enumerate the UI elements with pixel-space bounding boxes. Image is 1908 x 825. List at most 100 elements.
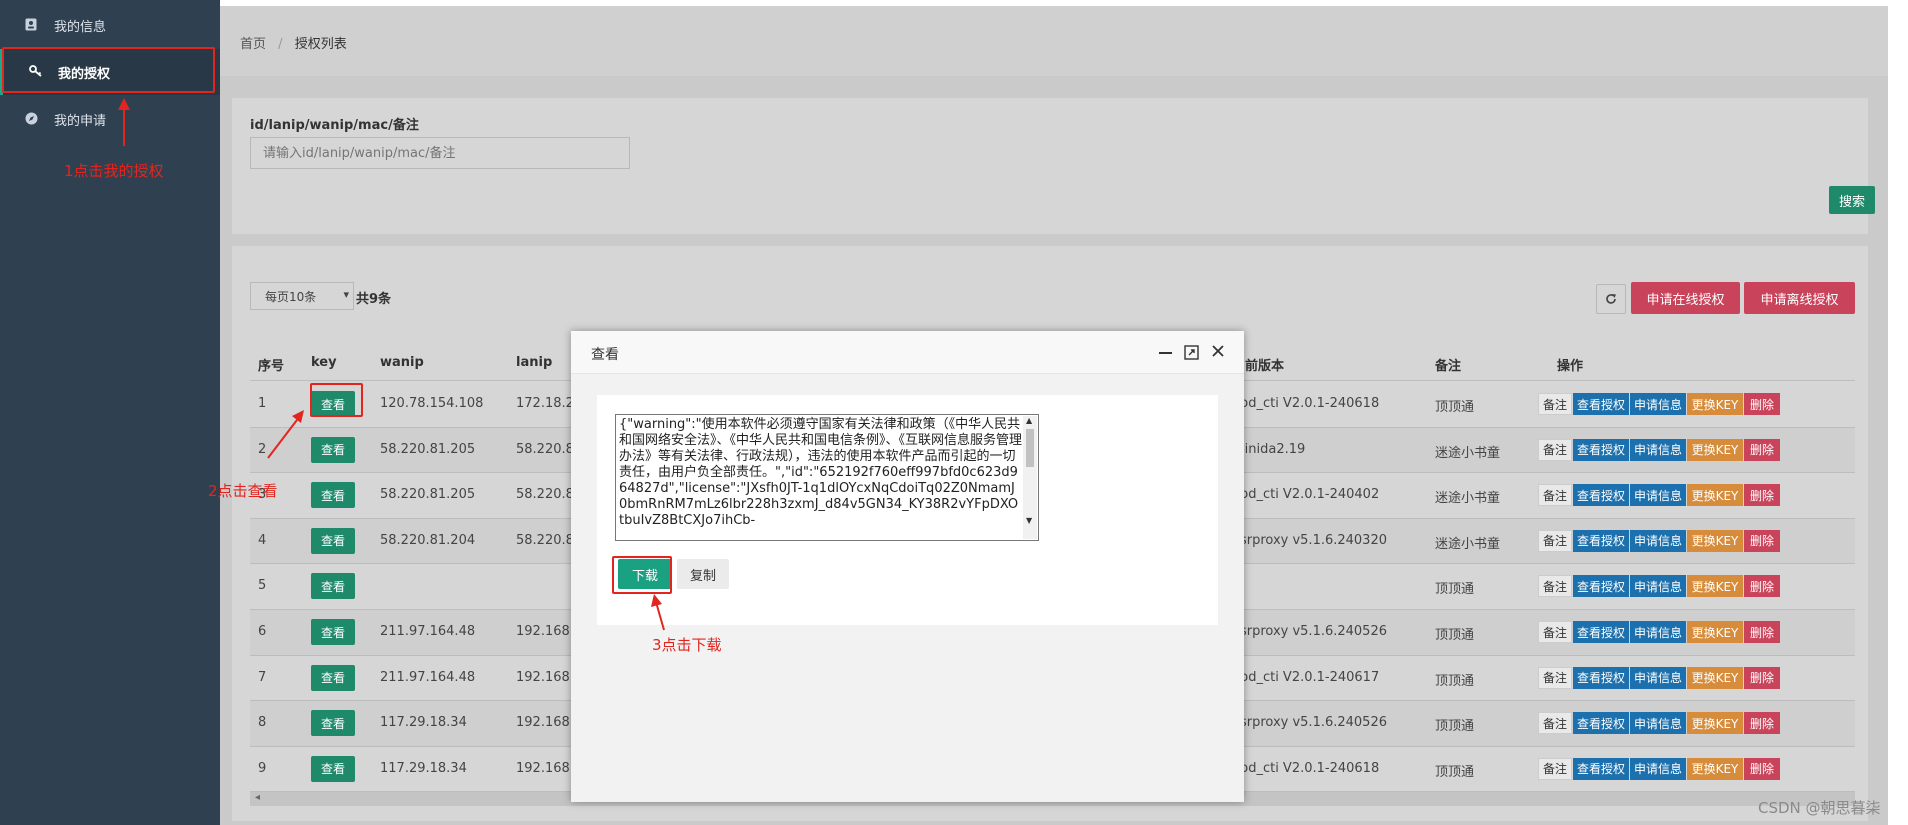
op-view-auth-button[interactable]: 查看授权: [1573, 757, 1629, 780]
op-apply-info-button[interactable]: 申请信息: [1630, 621, 1686, 643]
refresh-button[interactable]: [1596, 284, 1626, 314]
op-apply-info-button[interactable]: 申请信息: [1630, 757, 1686, 780]
view-key-button[interactable]: 查看: [311, 755, 355, 782]
op-delete-button[interactable]: 删除: [1744, 575, 1780, 598]
breadcrumb-current: 授权列表: [294, 37, 347, 52]
header-key: key: [311, 355, 337, 370]
arrow-up-icon: [651, 594, 665, 631]
arrow-up-icon: [118, 98, 130, 146]
op-delete-button[interactable]: 删除: [1744, 438, 1780, 461]
close-icon[interactable]: [1211, 344, 1225, 362]
op-delete-button[interactable]: 删除: [1744, 529, 1780, 552]
view-key-button[interactable]: 查看: [311, 482, 355, 509]
cell-wanip: 117.29.18.34: [380, 715, 467, 731]
cell-version: asrproxy v5.1.6.240320: [1232, 532, 1387, 548]
apply-offline-button[interactable]: 申请离线授权: [1744, 282, 1855, 314]
header-wanip: wanip: [380, 355, 424, 370]
op-view-auth-button[interactable]: 查看授权: [1573, 529, 1629, 552]
arrow-diag-icon: [267, 410, 304, 459]
op-remark-button[interactable]: 备注: [1538, 621, 1572, 643]
cell-remark: 顶顶通: [1435, 582, 1475, 598]
cell-remark: 迷途小书童: [1435, 536, 1501, 552]
op-change-key-button[interactable]: 更换KEY: [1687, 438, 1743, 461]
op-remark-button[interactable]: 备注: [1538, 438, 1572, 461]
op-apply-info-button[interactable]: 申请信息: [1630, 484, 1686, 507]
op-view-auth-button[interactable]: 查看授权: [1573, 575, 1629, 598]
op-change-key-button[interactable]: 更换KEY: [1687, 712, 1743, 735]
copy-button[interactable]: 复制: [677, 559, 729, 589]
view-key-button[interactable]: 查看: [311, 710, 355, 737]
op-change-key-button[interactable]: 更换KEY: [1687, 484, 1743, 507]
op-delete-button[interactable]: 删除: [1744, 393, 1780, 415]
op-delete-button[interactable]: 删除: [1744, 621, 1780, 643]
op-apply-info-button[interactable]: 申请信息: [1630, 438, 1686, 461]
page-size-select[interactable]: 每页10条 ▾: [250, 282, 354, 310]
view-key-button[interactable]: 查看: [311, 573, 355, 600]
op-remark-button[interactable]: 备注: [1538, 393, 1572, 415]
minimize-icon[interactable]: [1159, 352, 1172, 354]
op-delete-button[interactable]: 删除: [1744, 712, 1780, 735]
header-ops: 操作: [1557, 359, 1584, 374]
view-key-button[interactable]: 查看: [311, 664, 355, 691]
maximize-icon[interactable]: [1184, 345, 1199, 364]
header-no: 序号: [258, 359, 285, 374]
cell-no: 8: [258, 715, 267, 731]
op-apply-info-button[interactable]: 申请信息: [1630, 575, 1686, 598]
sidebar-item-my-info[interactable]: 我的信息: [0, 2, 220, 48]
user-card-icon: [24, 17, 38, 31]
op-change-key-button[interactable]: 更换KEY: [1687, 757, 1743, 780]
op-change-key-button[interactable]: 更换KEY: [1687, 666, 1743, 689]
op-delete-button[interactable]: 删除: [1744, 484, 1780, 507]
op-apply-info-button[interactable]: 申请信息: [1630, 393, 1686, 415]
header-remark: 备注: [1435, 359, 1462, 374]
op-view-auth-button[interactable]: 查看授权: [1573, 484, 1629, 507]
view-key-button[interactable]: 查看: [311, 436, 355, 463]
op-view-auth-button[interactable]: 查看授权: [1573, 712, 1629, 735]
breadcrumb-bar: 首页 / 授权列表: [220, 6, 1888, 76]
op-apply-info-button[interactable]: 申请信息: [1630, 529, 1686, 552]
op-remark-button[interactable]: 备注: [1538, 575, 1572, 598]
sidebar-item-label: 我的信息: [54, 19, 107, 35]
cell-version: asrproxy v5.1.6.240526: [1232, 624, 1387, 639]
cell-remark: 顶顶通: [1435, 719, 1475, 735]
apply-online-button[interactable]: 申请在线授权: [1631, 282, 1740, 314]
op-remark-button[interactable]: 备注: [1538, 712, 1572, 735]
cell-wanip: 211.97.164.48: [380, 624, 476, 639]
cell-no: 4: [258, 532, 267, 548]
cell-version: nod_cti V2.0.1-240618: [1232, 760, 1380, 776]
op-change-key-button[interactable]: 更换KEY: [1687, 575, 1743, 598]
search-button[interactable]: 搜索: [1829, 186, 1875, 214]
view-key-button[interactable]: 查看: [311, 619, 355, 645]
watermark: CSDN @朝思暮柒: [1758, 799, 1881, 817]
op-change-key-button[interactable]: 更换KEY: [1687, 529, 1743, 552]
breadcrumb-home[interactable]: 首页: [240, 37, 266, 52]
scroll-down-icon: ▼: [1026, 516, 1033, 525]
op-remark-button[interactable]: 备注: [1538, 484, 1572, 507]
op-view-auth-button[interactable]: 查看授权: [1573, 438, 1629, 461]
license-textarea[interactable]: {"warning":"使用本软件必须遵守国家有关法律和政策（《中华人民共和国网…: [615, 414, 1039, 541]
view-key-button[interactable]: 查看: [311, 527, 355, 554]
op-delete-button[interactable]: 删除: [1744, 757, 1780, 780]
sidebar-item-label: 我的申请: [54, 113, 107, 129]
op-apply-info-button[interactable]: 申请信息: [1630, 666, 1686, 689]
cell-version: nod_cti V2.0.1-240618: [1232, 396, 1380, 411]
op-remark-button[interactable]: 备注: [1538, 757, 1572, 780]
sidebar-item-my-apply[interactable]: 我的申请: [0, 96, 220, 142]
op-apply-info-button[interactable]: 申请信息: [1630, 712, 1686, 735]
op-delete-button[interactable]: 删除: [1744, 666, 1780, 689]
textarea-scrollbar[interactable]: ▲ ▼: [1023, 416, 1037, 539]
cell-version: nod_cti V2.0.1-240617: [1232, 669, 1380, 685]
search-input[interactable]: [250, 137, 630, 169]
highlight-my-auth: [2, 47, 215, 93]
op-view-auth-button[interactable]: 查看授权: [1573, 621, 1629, 643]
chevron-left-icon: ◂: [255, 792, 261, 803]
op-remark-button[interactable]: 备注: [1538, 666, 1572, 689]
op-view-auth-button[interactable]: 查看授权: [1573, 393, 1629, 415]
cell-version: nod_cti V2.0.1-240402: [1232, 487, 1380, 503]
scroll-thumb[interactable]: [1026, 429, 1034, 467]
op-remark-button[interactable]: 备注: [1538, 529, 1572, 552]
op-change-key-button[interactable]: 更换KEY: [1687, 621, 1743, 643]
modal-header: 查看: [571, 331, 1244, 374]
op-change-key-button[interactable]: 更换KEY: [1687, 393, 1743, 415]
op-view-auth-button[interactable]: 查看授权: [1573, 666, 1629, 689]
